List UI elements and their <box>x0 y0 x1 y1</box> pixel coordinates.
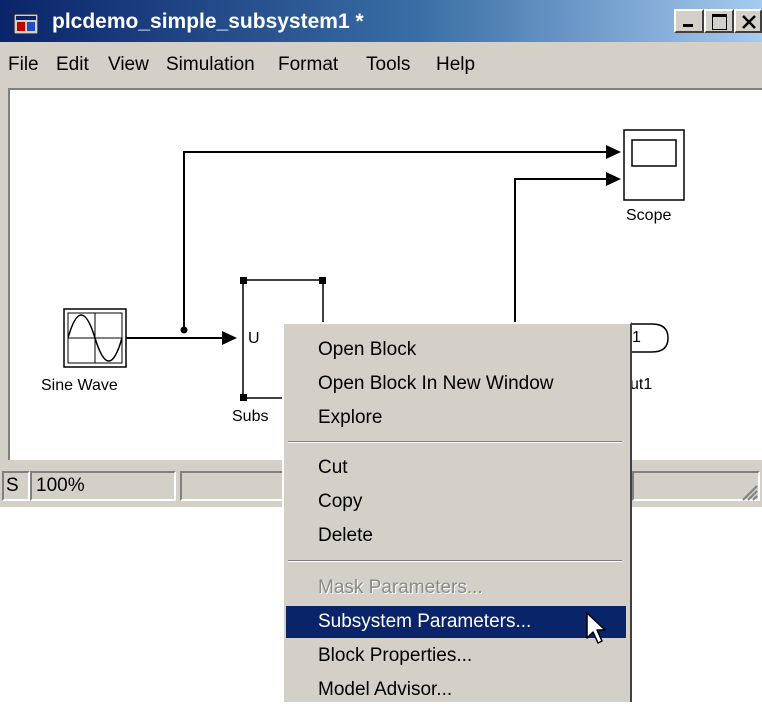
subsystem-port-label: U <box>248 330 260 347</box>
scope-block[interactable] <box>623 129 685 201</box>
sine-wave-block[interactable] <box>63 308 127 368</box>
menu-model-advisor[interactable]: Model Advisor... <box>286 674 626 706</box>
sine-wave-label: Sine Wave <box>41 377 118 394</box>
menu-copy[interactable]: Copy <box>286 486 626 518</box>
menu-cut[interactable]: Cut <box>286 452 626 484</box>
mouse-cursor-icon <box>586 612 606 644</box>
status-left-cell: S <box>2 471 30 501</box>
menu-subsystem-parameters[interactable]: Subsystem Parameters... <box>286 606 626 638</box>
menu-mask-parameters: Mask Parameters... <box>318 577 483 598</box>
subsystem-label: Subs <box>232 408 269 425</box>
arrow-scope-input1 <box>606 145 621 159</box>
menu-block-properties[interactable]: Block Properties... <box>286 640 626 672</box>
arrow-scope-input2 <box>606 172 621 186</box>
outport-label: ut1 <box>630 376 653 393</box>
scope-label: Scope <box>626 207 672 224</box>
zoom-level: 100% <box>30 471 176 501</box>
selection-handle <box>240 277 247 284</box>
resize-grip-icon[interactable] <box>740 483 758 501</box>
menu-separator <box>288 441 622 443</box>
status-empty-cell <box>180 471 284 501</box>
signal-line-to-scope-input2 <box>514 178 606 322</box>
menu-explore[interactable]: Explore <box>286 402 626 434</box>
outport-number: 1 <box>632 329 641 346</box>
selection-handle <box>240 394 247 401</box>
selection-handle <box>319 277 326 284</box>
menu-open-block[interactable]: Open Block <box>286 334 626 366</box>
menu-separator <box>288 560 622 562</box>
menu-delete[interactable]: Delete <box>286 520 626 552</box>
branch-point <box>180 326 188 334</box>
menu-open-block-new-window[interactable]: Open Block In New Window <box>286 368 626 400</box>
context-menu: Open Block Open Block In New Window Expl… <box>282 322 632 702</box>
arrow-into-subsystem <box>222 331 237 345</box>
